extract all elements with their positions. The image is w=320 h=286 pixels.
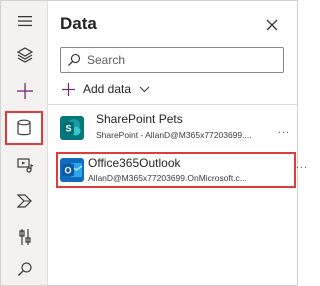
- divider: [48, 104, 297, 105]
- power-automate-button[interactable]: [1, 183, 48, 219]
- connection-item-sharepoint-pets[interactable]: S SharePoint Pets SharePoint - AllanD@M3…: [56, 109, 296, 149]
- search-field-icon: [61, 53, 87, 67]
- search-rail-button[interactable]: [1, 251, 48, 286]
- hamburger-icon: [17, 16, 32, 27]
- left-rail: [1, 1, 48, 285]
- svg-text:O: O: [64, 166, 71, 176]
- search-input[interactable]: [87, 53, 277, 67]
- search-icon: [17, 262, 32, 276]
- layers-icon: [16, 47, 33, 63]
- advanced-tools-button[interactable]: [1, 219, 48, 255]
- chevron-down-icon: [139, 86, 150, 93]
- media-icon: [16, 158, 33, 173]
- connection-item-office365outlook[interactable]: O Office365Outlook AllanD@M365x77203699.…: [56, 152, 307, 188]
- tree-view-button[interactable]: [1, 37, 48, 73]
- close-panel-button[interactable]: [262, 15, 282, 35]
- search-box: [60, 47, 284, 73]
- sharepoint-icon: S: [60, 116, 84, 140]
- media-button[interactable]: [1, 147, 48, 183]
- add-data-button[interactable]: Add data: [62, 79, 150, 99]
- plus-icon: [16, 83, 33, 99]
- data-panel: Data Add data: [48, 1, 307, 285]
- tools-icon: [18, 229, 31, 245]
- power-automate-icon: [16, 194, 32, 208]
- add-data-label: Add data: [83, 82, 132, 96]
- connection-subtitle: AllanD@M365x77203699.OnMicrosoft.c...: [88, 173, 247, 183]
- data-button[interactable]: [5, 111, 43, 145]
- connection-subtitle: SharePoint - AllanD@M365x77203699....: [96, 130, 252, 140]
- outlook-icon: O: [60, 158, 84, 182]
- more-options-button[interactable]: ...: [278, 124, 290, 136]
- connection-name: Office365Outlook: [88, 156, 181, 170]
- panel-title: Data: [60, 14, 97, 33]
- svg-text:S: S: [65, 124, 71, 134]
- insert-button[interactable]: [1, 73, 48, 109]
- more-options-button[interactable]: ...: [296, 159, 308, 171]
- hamburger-menu-button[interactable]: [1, 3, 48, 39]
- connection-name: SharePoint Pets: [96, 112, 183, 126]
- close-icon: [266, 19, 278, 31]
- add-icon: [62, 82, 75, 96]
- database-icon: [17, 119, 31, 136]
